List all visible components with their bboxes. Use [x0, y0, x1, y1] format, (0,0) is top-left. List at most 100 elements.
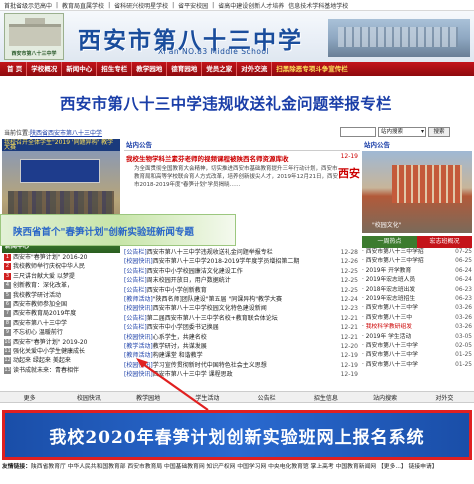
bottom-tab[interactable]: 学生活动: [178, 393, 237, 402]
nav-item[interactable]: 教学园地: [132, 62, 168, 76]
hot-list-item[interactable]: · 2019年 开学教育 06-24: [362, 267, 472, 276]
announcement-category[interactable]: [公告栏]: [124, 268, 147, 275]
top-strip-item[interactable]: 教育局直属学校: [62, 1, 104, 10]
nav-item[interactable]: 招生专栏: [97, 62, 133, 76]
announcement-category[interactable]: [公告栏]: [124, 315, 147, 322]
announcement-category[interactable]: [公告栏]: [124, 249, 147, 256]
bottom-tab[interactable]: 对外交: [415, 393, 474, 402]
news-list-item[interactable]: 1 西安市"春笋计划" 2016-20: [2, 253, 120, 262]
announcement-text: 教学研讨，共谋发展: [152, 343, 207, 351]
announcement-text: 周末校园开放日，用户数据统计: [146, 277, 231, 285]
hot-list-item[interactable]: · 西安市第八十三中学招 06-25: [362, 257, 472, 266]
announcement-row[interactable]: [公告栏]周末校园开放日，用户数据统计 12-25: [124, 276, 360, 285]
bottom-tab[interactable]: 校园快讯: [59, 393, 118, 402]
news-list-item[interactable]: 6 西安市教师参加全国: [2, 300, 120, 309]
nav-item[interactable]: 对外交流: [237, 62, 273, 76]
bottom-tab[interactable]: 教学园地: [119, 393, 178, 402]
nav-item[interactable]: 首 页: [3, 62, 28, 76]
hot-list-item[interactable]: · 西安市第八十三中 03-26: [362, 314, 472, 323]
announcement-row[interactable]: [公告栏]西安市中小学团委书记换届 12-21: [124, 323, 360, 332]
announcement-date: 12-19: [340, 371, 358, 379]
bottom-tab[interactable]: 招生信息: [296, 393, 355, 402]
campus-building: [392, 165, 462, 203]
page-headline[interactable]: 西安市第八十三中学违规收送礼金问题举报专栏: [60, 92, 392, 114]
school-logo[interactable]: 西安市第八十三中学: [4, 13, 64, 60]
announcement-text: 西安市第八十三中学违规收送礼金问题举报专栏: [146, 249, 273, 256]
right-header: 站内公告: [364, 141, 390, 149]
news-list-item[interactable]: 13 读书成就未来：青春相伴: [2, 366, 120, 375]
announcement-date: 12-19: [340, 361, 358, 369]
top-strip-item[interactable]: 省平安校园: [178, 1, 208, 10]
hot-list-item[interactable]: · 2018年宏志班出发 06-23: [362, 286, 472, 295]
search-button[interactable]: 搜索: [428, 127, 450, 137]
news-list-item[interactable]: 4 创新教育：深化改革，: [2, 281, 120, 290]
announcement-category[interactable]: [校园快讯]: [124, 362, 153, 369]
top-story-title[interactable]: 我校生物学科兰素芬老师的视频课程被陕西名师资源库收: [124, 151, 360, 163]
news-list-item[interactable]: 11 强化关爱中小学生健康成长: [2, 347, 120, 356]
top-strip-item[interactable]: 省高中建设创新人才培养: [218, 1, 284, 10]
tab-weekly-hot[interactable]: 一周热点: [362, 236, 417, 248]
announcement-date: 12-26: [340, 258, 358, 266]
news-list-item[interactable]: 12 动起来 绿起来 美起来: [2, 356, 120, 365]
announcement-category[interactable]: [公告栏]: [124, 287, 147, 294]
announcement-row[interactable]: [校园快讯]学习宣传贯彻新时代中国特色社会主义思想 12-19: [124, 361, 360, 370]
announcement-row[interactable]: [公告栏]西安市第八十三中学违规收送礼金问题举报专栏 12-28: [124, 248, 360, 257]
hot-list-item[interactable]: · 我校科学教研组发 03-26: [362, 323, 472, 332]
hot-list-item[interactable]: · 西安市第八十三中学 02-05: [362, 342, 472, 351]
announcement-category[interactable]: [公告栏]: [124, 277, 147, 284]
hot-list-item[interactable]: · 2019年宏志班人员 06-24: [362, 276, 472, 285]
announcement-category[interactable]: [校园快讯]: [124, 334, 153, 341]
nav-item[interactable]: 德育园地: [167, 62, 203, 76]
registration-banner[interactable]: 我校2020年春笋计划创新实验班网上报名系统: [2, 410, 472, 460]
announcement-row[interactable]: [校园快讯]西安市第八十三中学 课程思政 12-19: [124, 370, 360, 379]
hot-list-item[interactable]: · 西安市第八十三中学 01-25: [362, 351, 472, 360]
announcement-category[interactable]: [校园快讯]: [124, 305, 153, 312]
hot-list-item[interactable]: · 西安市第八十三中学招 07-25: [362, 248, 472, 257]
announcement-category[interactable]: [校园快讯]: [124, 258, 153, 265]
top-strip-item[interactable]: 首批省级示范高中: [4, 1, 52, 10]
campus-photo[interactable]: "校园文化": [362, 151, 472, 233]
announcement-category[interactable]: [校园快讯]: [124, 371, 153, 378]
spring-plan-banner[interactable]: 陕西省首个"春笋计划"创新实验班新闻专题: [0, 214, 236, 246]
news-list-item[interactable]: 5 我校教学研讨活动: [2, 291, 120, 300]
top-strip-item[interactable]: 省科研兴校明星学校: [114, 1, 168, 10]
announcement-row[interactable]: [公告栏]西安市中小学校园廉洁文化建设工作 12-25: [124, 267, 360, 276]
top-strip-item[interactable]: 信息技术学科基地学校: [288, 1, 348, 10]
tab-hongzhi-class[interactable]: 宏志班概况: [417, 236, 472, 248]
hot-list-item[interactable]: · 2019年 学生活动 03-05: [362, 333, 472, 342]
announcement-row[interactable]: [校园快讯]心系学生，共建名校 12-21: [124, 333, 360, 342]
friend-links-list[interactable]: 陕西省教育厅 中华人民共和国教育部 西安市教育局 中国基础教育网 知识产权网 中…: [31, 464, 438, 470]
news-list-item[interactable]: 8 西安市第八十三中学: [2, 319, 120, 328]
search-input[interactable]: [340, 127, 376, 137]
news-list-item[interactable]: 2 我校教师举行庆祝中华人民: [2, 262, 120, 271]
bottom-tab[interactable]: 站内搜索: [356, 393, 415, 402]
announcement-row[interactable]: [公告栏]西安市中小学创新教育 12-25: [124, 286, 360, 295]
nav-item[interactable]: 学校概况: [27, 62, 63, 76]
bottom-tab[interactable]: 公告栏: [237, 393, 296, 402]
nav-item[interactable]: 党员之家: [202, 62, 238, 76]
hot-list-item[interactable]: · 2019年宏志班招生 06-23: [362, 295, 472, 304]
news-list-item[interactable]: 3 三尺讲台献大爱 以梦提: [2, 272, 120, 281]
news-item-text: 我校教师举行庆祝中华人民: [13, 263, 86, 271]
announcement-date: 12-21: [340, 333, 358, 341]
announcement-category[interactable]: [教学活动]: [124, 343, 153, 350]
announcement-row[interactable]: [教师活动]构建课堂 和谐教学 12-19: [124, 351, 360, 360]
hot-list-item[interactable]: · 西安市第八十三中学 03-26: [362, 304, 472, 313]
breadcrumb-link[interactable]: 陕西省西安市第八十三中学: [30, 128, 102, 137]
news-list-item[interactable]: 7 西安市教育局2019年度: [2, 309, 120, 318]
bottom-tab[interactable]: 更多: [0, 393, 59, 402]
search-scope-select[interactable]: 站内搜索: [378, 127, 426, 137]
announcement-category[interactable]: [公告栏]: [124, 324, 147, 331]
announcement-row[interactable]: [教师活动]"陕西名师]团队建设"第五届 "同课异构"教学大赛 12-24: [124, 295, 360, 304]
announcement-row[interactable]: [教学活动]教学研讨，共谋发展 12-20: [124, 342, 360, 351]
hot-list-item[interactable]: · 西安市第八十三中学 01-25: [362, 361, 472, 370]
announcement-row[interactable]: [校园快讯]西安市第八十三中学2018-2019学年度学员增招第二期 12-26: [124, 257, 360, 266]
nav-item[interactable]: 新闻中心: [62, 62, 98, 76]
news-list-item[interactable]: 10 西安市"春笋计划" 2019-20: [2, 338, 120, 347]
announcement-row[interactable]: [公告栏]第二届西安市第八十三中学名校+教育联合体论坛 12-21: [124, 314, 360, 323]
nav-item[interactable]: 扫黑除恶专项斗争宣传栏: [272, 62, 352, 76]
news-list-item[interactable]: 9 不忘初心 温暖前行: [2, 328, 120, 337]
announcement-row[interactable]: [校园快讯]西安市第八十三中学校园文化特色建设新闻 12-23: [124, 304, 360, 313]
announcement-category[interactable]: [教师活动]: [124, 352, 153, 359]
announcement-category[interactable]: [教师活动]: [124, 296, 153, 303]
